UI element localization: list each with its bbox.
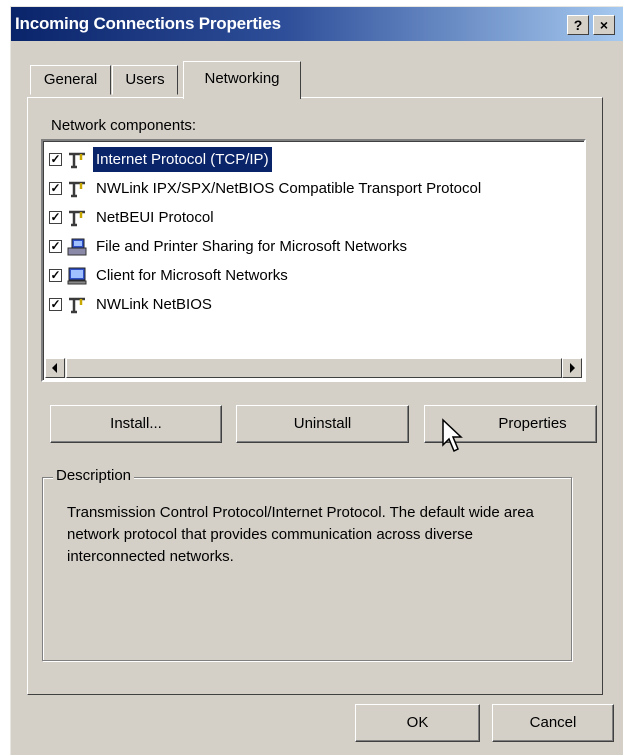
component-label: NetBEUI Protocol	[96, 209, 214, 226]
component-label: NWLink NetBIOS	[96, 296, 212, 313]
tab-networking[interactable]: Networking	[183, 61, 301, 99]
close-button[interactable]: ×	[593, 15, 615, 35]
arrow-right-icon	[570, 363, 575, 373]
description-groupbox: Description Transmission Control Protoco…	[42, 467, 572, 661]
title-bar[interactable]: Incoming Connections Properties ? ×	[11, 7, 623, 41]
tab-users[interactable]: Users	[112, 65, 178, 95]
scroll-thumb[interactable]	[66, 358, 562, 378]
network-protocol-icon	[69, 210, 85, 227]
dialog-title: Incoming Connections Properties	[15, 14, 281, 33]
component-label: Internet Protocol (TCP/IP)	[93, 147, 272, 172]
scroll-left-button[interactable]	[45, 358, 65, 378]
checkbox[interactable]: ✓	[49, 269, 62, 282]
checkbox[interactable]: ✓	[49, 298, 62, 311]
component-label: Client for Microsoft Networks	[96, 267, 288, 284]
uninstall-button[interactable]: Uninstall	[236, 405, 409, 443]
component-label: NWLink IPX/SPX/NetBIOS Compatible Transp…	[96, 180, 482, 197]
network-components-label: Network components:	[51, 117, 197, 134]
component-label: File and Printer Sharing for Microsoft N…	[96, 238, 407, 255]
checkbox[interactable]: ✓	[49, 182, 62, 195]
horizontal-scrollbar[interactable]	[45, 358, 582, 378]
scroll-right-button[interactable]	[562, 358, 582, 378]
tab-general[interactable]: General	[30, 65, 111, 95]
network-components-list[interactable]: ✓ Internet Protocol (TCP/IP) ✓ NWLink IP…	[41, 139, 586, 382]
description-text: Transmission Control Protocol/Internet P…	[67, 504, 534, 565]
network-client-icon	[67, 267, 87, 285]
arrow-left-icon	[52, 363, 57, 373]
description-title: Description	[53, 467, 135, 484]
network-protocol-icon	[69, 152, 85, 169]
checkbox[interactable]: ✓	[49, 240, 62, 253]
install-button[interactable]: Install...	[50, 405, 222, 443]
network-protocol-icon	[69, 297, 85, 314]
checkbox[interactable]: ✓	[49, 211, 62, 224]
mouse-cursor-icon	[442, 418, 463, 453]
help-button[interactable]: ?	[567, 15, 589, 35]
cancel-button[interactable]: Cancel	[492, 704, 614, 742]
ok-button[interactable]: OK	[355, 704, 480, 742]
network-service-icon	[67, 238, 87, 256]
network-protocol-icon	[69, 181, 85, 198]
checkbox[interactable]: ✓	[49, 153, 62, 166]
